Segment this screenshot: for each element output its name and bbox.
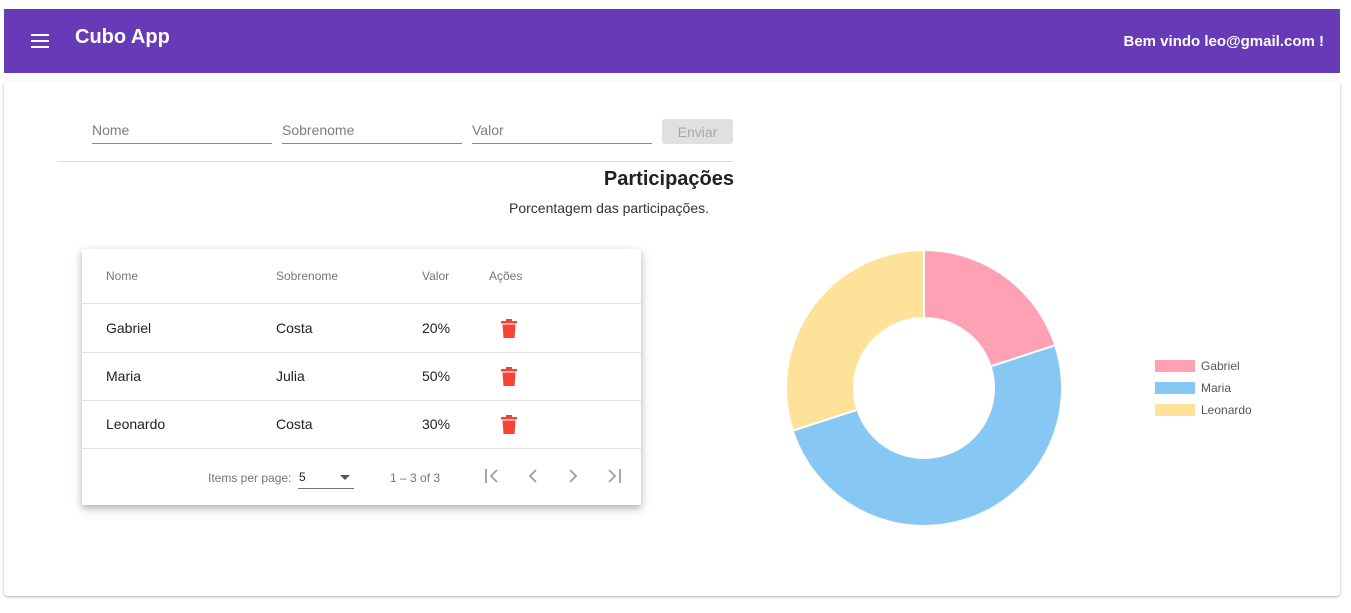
- cell-sobrenome: Costa: [276, 320, 313, 336]
- section-title: Participações: [603, 168, 734, 190]
- table-header-row: Nome Sobrenome Valor Ações: [82, 249, 641, 304]
- nome-field: [92, 118, 272, 144]
- enviar-button[interactable]: Enviar: [662, 119, 733, 144]
- dropdown-arrow-icon: [340, 475, 350, 480]
- main-card: Enviar Participações Porcentagem das par…: [4, 82, 1340, 596]
- cell-nome: Maria: [106, 368, 142, 384]
- items-per-page-label: Items per page:: [208, 471, 292, 485]
- sobrenome-field: [282, 118, 462, 144]
- top-toolbar: Cubo App Bem vindo leo@gmail.com !: [4, 9, 1340, 73]
- valor-input[interactable]: [472, 118, 652, 142]
- legend-label-maria[interactable]: Maria: [1201, 381, 1231, 395]
- paginator: Items per page: 5 1 – 3 of 3: [82, 449, 641, 505]
- legend-swatch-maria[interactable]: [1155, 382, 1195, 394]
- header-acoes: Ações: [489, 269, 523, 283]
- cell-sobrenome: Julia: [276, 368, 305, 384]
- last-page-icon[interactable]: [600, 463, 626, 489]
- first-page-icon[interactable]: [480, 463, 506, 489]
- trash-icon[interactable]: [501, 367, 517, 386]
- trash-icon[interactable]: [501, 319, 517, 338]
- next-page-icon[interactable]: [560, 463, 586, 489]
- section-subtitle: Porcentagem das participações.: [509, 200, 709, 216]
- valor-field: [472, 118, 652, 144]
- table-row: Leonardo Costa 30%: [82, 401, 641, 449]
- sobrenome-input[interactable]: [282, 118, 462, 142]
- cell-valor: 30%: [422, 416, 451, 432]
- page-range-label: 1 – 3 of 3: [390, 471, 441, 485]
- cell-nome: Leonardo: [106, 416, 166, 432]
- doughnut-slice-leonardo[interactable]: [785, 248, 925, 432]
- items-per-page-select[interactable]: 5: [298, 465, 354, 489]
- nome-input[interactable]: [92, 118, 272, 142]
- header-valor[interactable]: Valor: [422, 269, 449, 283]
- welcome-message: Bem vindo leo@gmail.com !: [1123, 33, 1325, 50]
- previous-page-icon[interactable]: [520, 463, 546, 489]
- doughnut-slice-maria[interactable]: [791, 344, 1063, 528]
- cell-valor: 50%: [422, 368, 451, 384]
- cell-nome: Gabriel: [106, 320, 152, 336]
- cell-valor: 20%: [422, 320, 451, 336]
- legend-label-gabriel[interactable]: Gabriel: [1201, 359, 1240, 373]
- form-divider: [57, 161, 733, 162]
- participants-table: Nome Sobrenome Valor Ações Gabriel Costa…: [82, 249, 641, 505]
- cell-sobrenome: Costa: [276, 416, 313, 432]
- app-title: Cubo App: [75, 26, 170, 48]
- legend-swatch-leonardo[interactable]: [1155, 404, 1195, 416]
- menu-icon[interactable]: [28, 30, 52, 52]
- table-row: Maria Julia 50%: [82, 353, 641, 401]
- legend-swatch-gabriel[interactable]: [1155, 360, 1195, 372]
- header-sobrenome[interactable]: Sobrenome: [276, 269, 338, 283]
- legend-label-leonardo[interactable]: Leonardo: [1201, 403, 1252, 417]
- items-per-page-value: 5: [299, 470, 306, 484]
- trash-icon[interactable]: [501, 415, 517, 434]
- header-nome[interactable]: Nome: [106, 269, 138, 283]
- table-row: Gabriel Costa 20%: [82, 305, 641, 353]
- doughnut-slice-gabriel[interactable]: [923, 248, 1057, 368]
